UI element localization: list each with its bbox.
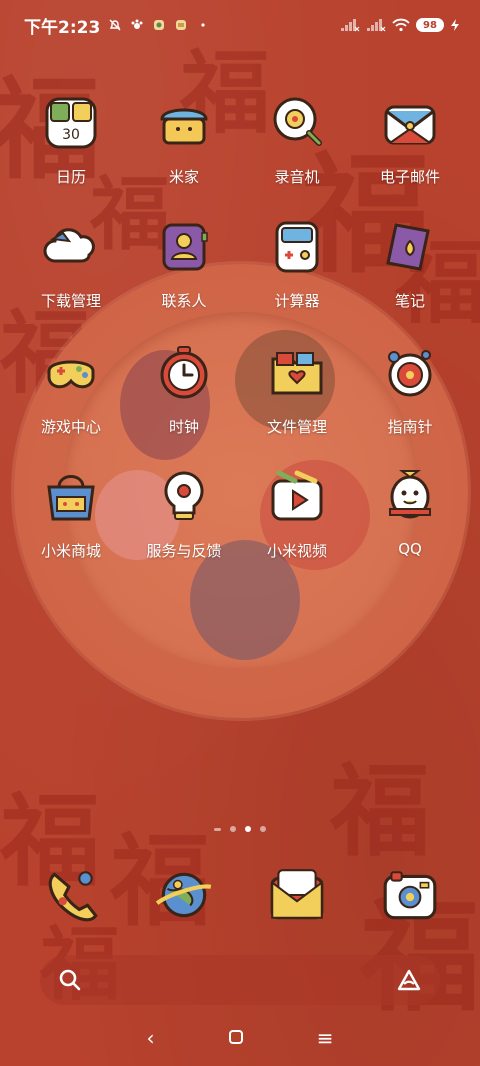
lightbulb-icon [153, 466, 215, 528]
nav-home-button[interactable] [228, 1026, 244, 1050]
app-label: 服务与反馈 [146, 542, 222, 560]
app-label: 时钟 [168, 418, 199, 436]
calendar-date: 30 [62, 127, 80, 143]
app-label: 录音机 [274, 168, 320, 186]
message-envelope-icon [270, 869, 324, 920]
app-notes[interactable]: 笔记 [354, 216, 466, 326]
app-label: 小米视频 [266, 542, 327, 560]
compass-icon [379, 342, 441, 404]
app-label: 笔记 [394, 292, 425, 310]
battery-level: 98 [423, 19, 437, 31]
notes-icon [379, 216, 441, 278]
app-label: 联系人 [161, 292, 207, 310]
app-feedback[interactable]: 服务与反馈 [128, 466, 240, 576]
page-dot-active[interactable] [245, 826, 251, 832]
app-label: 游戏中心 [40, 418, 101, 436]
wallpaper-glyph: 福 [330, 752, 430, 870]
app-label: QQ [398, 540, 422, 558]
clock-icon [153, 342, 215, 404]
app-calendar[interactable]: 30 日历 [15, 92, 127, 202]
app-label: 计算器 [274, 292, 320, 310]
planet-browser-icon [155, 872, 212, 918]
status-bar: 下午2:23 98 [0, 0, 480, 50]
page-dot[interactable] [214, 827, 221, 831]
wifi-icon [392, 18, 410, 32]
assistant-icon[interactable] [396, 968, 422, 992]
phone-icon [48, 871, 98, 922]
app-label: 电子邮件 [379, 168, 440, 186]
page-indicator [0, 826, 480, 832]
signal-2-icon [367, 19, 386, 32]
search-icon[interactable] [58, 968, 82, 992]
app-recorder[interactable]: 录音机 [241, 92, 353, 202]
dock-camera[interactable] [379, 864, 441, 926]
app-label: 文件管理 [266, 418, 327, 436]
nav-menu-button[interactable]: ≡ [317, 1026, 334, 1050]
charging-icon [451, 19, 459, 31]
search-bar[interactable] [40, 955, 440, 1005]
download-cloud-icon [40, 216, 102, 278]
dot-icon [201, 23, 205, 27]
app-label: 指南针 [387, 418, 433, 436]
page-dot[interactable] [260, 826, 266, 832]
email-icon [379, 92, 441, 154]
app-games[interactable]: 游戏中心 [15, 342, 127, 452]
calendar-icon: 30 [40, 92, 102, 154]
shopping-bag-icon [40, 466, 102, 528]
app-mivideo[interactable]: 小米视频 [241, 466, 353, 576]
app-label: 下载管理 [40, 292, 101, 310]
app-calculator[interactable]: 计算器 [241, 216, 353, 326]
app-notification-icon [176, 20, 187, 30]
folder-icon [266, 342, 328, 404]
gamepad-icon [40, 342, 102, 404]
mute-bell-icon [109, 19, 121, 31]
navigation-bar: ‹ ≡ [0, 1024, 480, 1052]
calculator-icon [266, 216, 328, 278]
app-label: 日历 [55, 168, 86, 186]
app-compass[interactable]: 指南针 [354, 342, 466, 452]
mijia-icon [153, 92, 215, 154]
app-mistore[interactable]: 小米商城 [15, 466, 127, 576]
app-clock[interactable]: 时钟 [128, 342, 240, 452]
status-notification-icons [108, 18, 210, 32]
app-label: 小米商城 [40, 542, 101, 560]
status-time: 下午2:23 [24, 17, 101, 38]
app-notification-icon [154, 20, 165, 30]
app-label: 米家 [168, 168, 199, 186]
contacts-icon [153, 216, 215, 278]
app-files[interactable]: 文件管理 [241, 342, 353, 452]
home-icon [228, 1030, 243, 1044]
recorder-icon [266, 92, 328, 154]
penguin-icon [379, 466, 441, 528]
battery-icon: 98 [416, 18, 444, 32]
signal-1-icon [341, 19, 360, 32]
camera-icon [383, 871, 437, 920]
app-contacts[interactable]: 联系人 [128, 216, 240, 326]
app-mijia[interactable]: 米家 [128, 92, 240, 202]
dock-phone[interactable] [40, 864, 102, 926]
dock-browser[interactable] [153, 864, 215, 926]
paw-notification-icon [131, 19, 143, 29]
status-system-icons: 98 [340, 18, 460, 32]
app-email[interactable]: 电子邮件 [354, 92, 466, 202]
video-icon [266, 466, 328, 528]
dock-messages[interactable] [266, 864, 328, 926]
page-dot[interactable] [230, 826, 236, 832]
nav-back-button[interactable]: ‹ [147, 1026, 155, 1050]
app-qq[interactable]: QQ [354, 466, 466, 576]
app-downloads[interactable]: 下载管理 [15, 216, 127, 326]
